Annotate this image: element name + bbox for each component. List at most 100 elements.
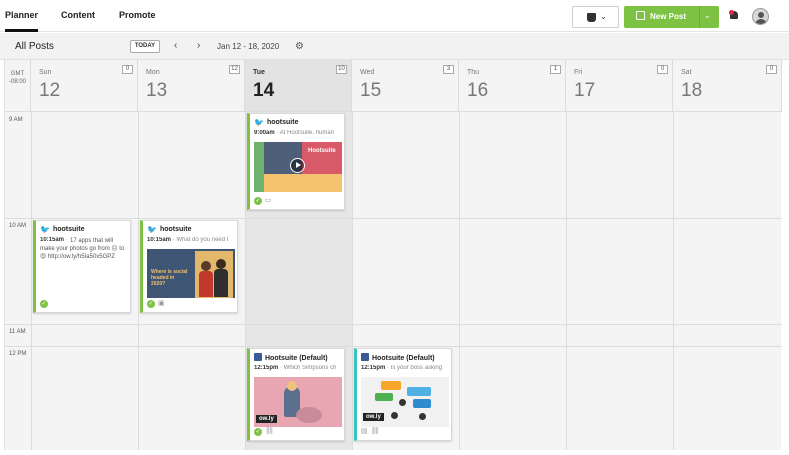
post-count-badge: 1 — [550, 65, 561, 74]
notification-dot — [729, 10, 734, 15]
bell-icon[interactable] — [729, 10, 739, 21]
post-image-thumbnail[interactable]: ow.ly — [254, 377, 342, 427]
video-icon: ▭ — [265, 197, 272, 204]
day-header-sun[interactable]: Sun 12 0 — [31, 60, 138, 112]
day-name: Fri — [574, 69, 583, 76]
today-button[interactable]: TODAY — [130, 40, 160, 53]
twitter-icon: 🐦 — [254, 118, 264, 127]
post-image-thumbnail[interactable]: ow.ly — [361, 377, 449, 427]
day-date: 12 — [39, 80, 61, 101]
top-navigation-bar: Planner Content Promote ⌄ New Post ⌄ — [0, 0, 789, 32]
approved-check-icon: ✓ — [254, 428, 262, 436]
link-icon: ⛓ — [370, 428, 380, 435]
post-account: 🐦 hootsuite — [254, 118, 299, 127]
grid-line — [5, 346, 782, 347]
post-footer: ▤ ⛓ — [361, 428, 380, 437]
twitter-icon: 🐦 — [147, 225, 157, 234]
post-count-badge: 12 — [229, 65, 240, 74]
day-header-tue[interactable]: Tue 14 10 — [245, 60, 352, 112]
post-card[interactable]: Hootsuite (Default) 12:15pm · Is your bo… — [354, 348, 452, 441]
grid-line — [673, 112, 674, 450]
post-message: 17 apps that will make your photos go fr… — [40, 238, 125, 260]
day-header-sat[interactable]: Sat 18 0 — [673, 60, 782, 112]
post-meta: 9:00am · At Hootsuite, human — [254, 130, 335, 136]
post-meta: 10:15am · What do you need t — [147, 237, 229, 243]
chevron-down-icon: ⌄ — [600, 12, 607, 21]
day-header-thu[interactable]: Thu 16 1 — [459, 60, 566, 112]
chevron-right-icon[interactable]: › — [197, 40, 200, 51]
time-label-11am: 11 AM — [9, 329, 26, 335]
play-icon[interactable] — [290, 158, 305, 173]
date-range-label: Jan 12 - 18, 2020 — [217, 42, 280, 51]
time-label-10am: 10 AM — [9, 223, 27, 229]
grid-line — [31, 112, 32, 450]
post-card[interactable]: Hootsuite (Default) 12:15pm · Which Simp… — [247, 348, 345, 441]
post-count-badge: 10 — [336, 65, 347, 74]
day-header-mon[interactable]: Mon 13 12 — [138, 60, 245, 112]
day-date: 18 — [681, 80, 703, 101]
post-account: 🐦 hootsuite — [40, 225, 85, 234]
post-footer: ✓ ⛓ — [254, 428, 274, 437]
gear-icon[interactable]: ⚙ — [295, 41, 304, 52]
post-card[interactable]: 🐦 hootsuite 10:15am · 17 apps that will m… — [33, 220, 131, 313]
grid-line — [5, 324, 782, 325]
grid-line — [352, 112, 353, 450]
grid-line — [245, 112, 246, 450]
post-count-badge: 0 — [657, 65, 668, 74]
tab-content[interactable]: Content — [61, 10, 95, 20]
owners-dropdown-button[interactable]: ⌄ — [572, 6, 619, 28]
chevron-left-icon[interactable]: ‹ — [174, 40, 177, 51]
post-footer: ✓ — [40, 300, 48, 309]
day-header-fri[interactable]: Fri 17 0 — [566, 60, 673, 112]
image-icon: ▣ — [158, 300, 165, 307]
post-image-thumbnail[interactable]: Where is social headed in 2020? — [147, 249, 235, 298]
post-count-badge: 3 — [443, 65, 454, 74]
tab-planner[interactable]: Planner — [5, 10, 39, 32]
twitter-icon: 🐦 — [40, 225, 50, 234]
day-date: 14 — [253, 80, 275, 101]
tab-promote[interactable]: Promote — [119, 10, 156, 20]
timezone-label: GMT -08:00 — [5, 60, 31, 112]
time-label-9am: 9 AM — [9, 117, 23, 123]
post-account: Hootsuite (Default) — [361, 353, 435, 362]
grid-line — [138, 112, 139, 450]
post-card[interactable]: 🐦 hootsuite 9:00am · At Hootsuite, human … — [247, 113, 345, 210]
day-date: 17 — [574, 80, 596, 101]
post-meta: 12:15pm · Which Simpsons ch — [254, 365, 337, 371]
day-name: Mon — [146, 69, 160, 76]
day-header-wed[interactable]: Wed 15 3 — [352, 60, 459, 112]
post-footer: ✓ ▣ — [147, 300, 165, 309]
grid-line — [566, 112, 567, 450]
post-count-badge: 0 — [766, 65, 777, 74]
day-name: Tue — [253, 69, 265, 76]
link-icon: ⛓ — [265, 428, 274, 435]
new-post-button[interactable]: New Post ⌄ — [624, 6, 719, 28]
post-card[interactable]: 🐦 hootsuite 10:15am · What do you need t … — [140, 220, 238, 313]
button-divider — [699, 6, 700, 28]
new-post-label: New Post — [650, 12, 687, 21]
approved-check-icon: ✓ — [254, 197, 262, 205]
calendar-icon: ▤ — [361, 428, 368, 435]
day-date: 13 — [146, 80, 168, 101]
owly-badge: ow.ly — [256, 415, 277, 423]
post-video-thumbnail[interactable]: Hootsuite — [254, 142, 342, 192]
shield-icon — [587, 13, 596, 22]
new-post-options-icon[interactable]: ⌄ — [704, 11, 711, 20]
approved-check-icon: ✓ — [40, 300, 48, 308]
post-count-badge: 0 — [122, 65, 133, 74]
planner-toolbar: All Posts TODAY ‹ › Jan 12 - 18, 2020 ⚙ — [0, 33, 789, 60]
day-date: 15 — [360, 80, 382, 101]
post-account: 🐦 hootsuite — [147, 225, 192, 234]
post-meta: 12:15pm · Is your boss asking — [361, 365, 443, 371]
facebook-icon — [361, 353, 369, 361]
user-avatar-icon[interactable] — [752, 8, 769, 25]
day-name: Sat — [681, 69, 692, 76]
week-calendar: GMT -08:00 Sun 12 0 Mon 13 12 Tue 14 10 … — [4, 60, 782, 450]
time-label-12pm: 12 PM — [9, 351, 27, 357]
media-caption: Hootsuite — [308, 148, 336, 154]
day-name: Sun — [39, 69, 52, 76]
view-title: All Posts — [15, 41, 54, 52]
owly-badge: ow.ly — [363, 413, 384, 421]
media-caption: Where is social headed in 2020? — [151, 269, 188, 287]
post-footer: ✓ ▭ — [254, 197, 272, 206]
